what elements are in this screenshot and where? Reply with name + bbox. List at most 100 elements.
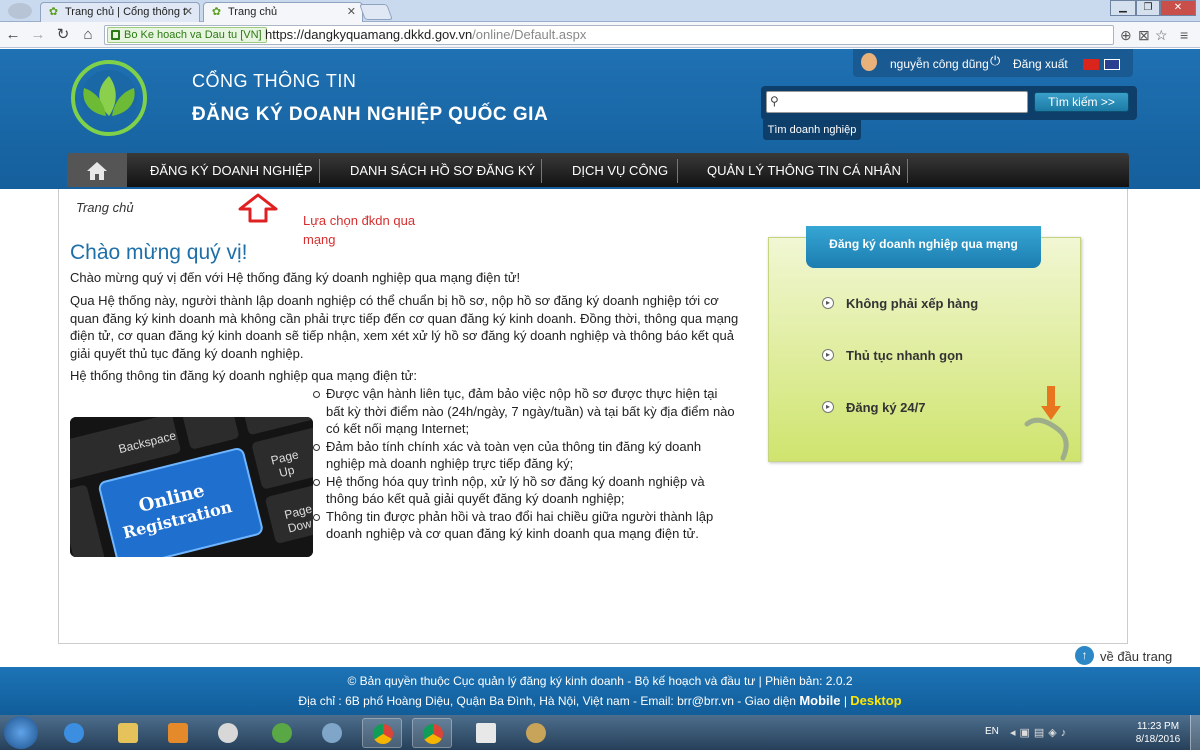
cursor-click-icon — [1024, 386, 1069, 461]
security-badge[interactable]: Bo Ke hoach va Dau tu [VN] — [107, 27, 267, 43]
promo-item: Không phải xếp hàng — [846, 296, 979, 311]
language-indicator[interactable]: EN — [985, 726, 999, 737]
breadcrumb[interactable]: Trang chủ — [76, 200, 134, 215]
taskbar-paint-icon[interactable] — [516, 718, 556, 748]
taskbar-clock[interactable]: 11:23 PM 8/18/2016 — [1128, 720, 1188, 746]
home-icon — [87, 162, 107, 180]
taskbar-explorer-icon[interactable] — [108, 718, 148, 748]
nav-item-application-list[interactable]: DANH SÁCH HỒ SƠ ĐĂNG KÝ — [350, 163, 535, 178]
search-icon: ⚲ — [770, 94, 779, 108]
taskbar-app-icon[interactable] — [262, 718, 302, 748]
welcome-description: Qua Hệ thống này, người thành lập doanh … — [70, 293, 739, 361]
online-registration-image: Backspace Page Up Page Dow Online Regist… — [70, 417, 313, 557]
tab-title: Trang chủ | Cổng thông t — [65, 6, 187, 18]
bookmark-star-icon[interactable]: ☆ — [1155, 27, 1168, 43]
home-icon[interactable]: ⌂ — [78, 25, 98, 45]
arrow-bullet-icon: ▸ — [822, 349, 834, 361]
list-item: Thông tin được phản hồi và trao đổi hai … — [308, 508, 738, 543]
footer-address: Địa chỉ : 6B phố Hoàng Diệu, Quận Ba Đìn… — [298, 693, 902, 708]
promo-title[interactable]: Đăng ký doanh nghiệp qua mạng — [806, 226, 1041, 268]
site-favicon-icon: ✿ — [48, 6, 59, 18]
new-tab-button[interactable] — [359, 4, 393, 20]
security-label: Bo Ke hoach va Dau tu [VN] — [124, 29, 262, 41]
promo-item: Đăng ký 24/7 — [846, 400, 926, 415]
clock-date: 8/18/2016 — [1135, 734, 1181, 745]
nav-item-personal-info[interactable]: QUẢN LÝ THÔNG TIN CÁ NHÂN — [707, 163, 901, 178]
show-desktop-button[interactable] — [1190, 715, 1200, 750]
back-to-top-link[interactable]: ↑ về đầu trang — [1075, 646, 1185, 668]
taskbar-app-icon[interactable] — [312, 718, 352, 748]
taskbar-media-icon[interactable] — [158, 718, 198, 748]
browser-toolbar: ← → ↻ ⌂ Bo Ke hoach va Dau tu [VN] https… — [0, 22, 1200, 48]
taskbar-app-icon[interactable] — [208, 718, 248, 748]
vietnam-flag-icon[interactable] — [1083, 59, 1099, 70]
browser-tab-active[interactable]: ✿ Trang chủ ✕ — [203, 2, 363, 22]
nav-item-business-registration[interactable]: ĐĂNG KÝ DOANH NGHIỆP — [150, 163, 313, 178]
nav-divider — [319, 159, 320, 183]
tab-title: Trang chủ — [228, 6, 278, 18]
mobile-view-link[interactable]: Mobile — [799, 693, 840, 708]
portal-subtitle: CỔNG THÔNG TIN — [192, 71, 357, 91]
menu-icon[interactable]: ≡ — [1180, 27, 1188, 43]
taskbar-app-icon[interactable] — [466, 718, 506, 748]
footer-ui-label: - Giao diện — [737, 694, 796, 708]
portal-title: ĐĂNG KÝ DOANH NGHIỆP QUỐC GIA — [192, 104, 549, 125]
taskbar-chrome-icon[interactable] — [362, 718, 402, 748]
url-path: /online/Default.aspx — [472, 27, 587, 42]
start-button-icon[interactable] — [4, 716, 38, 749]
footer-address-text: Địa chỉ : 6B phố Hoàng Diệu, Quận Ba Đìn… — [298, 694, 674, 708]
search-business-tab[interactable]: Tìm doanh nghiệp — [763, 120, 861, 140]
footer-copyright: © Bản quyền thuộc Cục quản lý đăng ký ki… — [347, 674, 853, 688]
maximize-button[interactable]: ❐ — [1136, 0, 1160, 16]
nav-divider — [907, 159, 908, 183]
search-button[interactable]: Tìm kiếm >> — [1034, 92, 1129, 112]
arrow-up-icon — [238, 193, 278, 223]
search-input[interactable] — [766, 91, 1028, 113]
promo-item: Thủ tục nhanh gọn — [846, 348, 963, 363]
arrow-up-icon: ↑ — [1075, 646, 1094, 665]
incognito-icon — [8, 3, 32, 19]
arrow-bullet-icon: ▸ — [822, 401, 834, 413]
minimize-button[interactable]: ▁ — [1110, 0, 1136, 16]
browser-tab[interactable]: ✿ Trang chủ | Cổng thông t ✕ — [40, 2, 200, 22]
nav-item-public-services[interactable]: DỊCH VỤ CÔNG — [572, 163, 668, 178]
zoom-icon[interactable]: ⊕ — [1120, 27, 1132, 43]
nav-divider — [541, 159, 542, 183]
logout-link[interactable]: Đăng xuất — [1013, 57, 1068, 71]
translate-icon[interactable]: ⊠ — [1138, 27, 1150, 43]
browser-tab-strip: ✿ Trang chủ | Cổng thông t ✕ ✿ Trang chủ… — [0, 0, 1200, 22]
lock-icon — [111, 30, 120, 40]
user-avatar-icon — [861, 53, 877, 71]
taskbar-chrome-icon[interactable] — [412, 718, 452, 748]
url-text[interactable]: https://dangkyquamang.dkkd.gov.vn/online… — [265, 27, 586, 43]
desktop-view-link[interactable]: Desktop — [850, 693, 901, 708]
user-name-link[interactable]: nguyễn công dũng — [890, 57, 989, 71]
portal-logo — [71, 60, 147, 136]
reload-icon[interactable]: ↻ — [53, 25, 73, 45]
nav-home-button[interactable] — [67, 153, 127, 187]
close-window-button[interactable]: ✕ — [1160, 0, 1196, 16]
system-tray-icons[interactable]: ◂▣▤◈♪ — [1010, 726, 1110, 740]
arrow-bullet-icon: ▸ — [822, 297, 834, 309]
url-host: https://dangkyquamang.dkkd.gov.vn — [265, 27, 473, 42]
annotation-note: Lựa chọn đkdn qua mạng — [303, 213, 416, 247]
back-icon[interactable]: ← — [3, 25, 23, 45]
forward-icon[interactable]: → — [28, 25, 48, 45]
list-item: Được vận hành liên tục, đảm bảo việc nộp… — [308, 385, 738, 438]
system-features-heading: Hệ thống thông tin đăng ký doanh nghiệp … — [70, 368, 417, 383]
list-item: Đảm bảo tính chính xác và toàn vẹn của t… — [308, 438, 738, 473]
site-favicon-icon: ✿ — [211, 6, 222, 18]
uk-flag-icon[interactable] — [1104, 59, 1120, 70]
back-to-top-label: về đầu trang — [1100, 649, 1173, 664]
close-tab-icon[interactable]: ✕ — [184, 3, 193, 21]
features-list: Được vận hành liên tục, đảm bảo việc nộp… — [308, 385, 738, 543]
nav-divider — [677, 159, 678, 183]
close-tab-icon[interactable]: ✕ — [347, 3, 356, 21]
address-bar[interactable]: Bo Ke hoach va Dau tu [VN] https://dangk… — [104, 25, 1114, 45]
welcome-intro: Chào mừng quý vị đến với Hệ thống đăng k… — [70, 270, 521, 285]
footer-email-link[interactable]: brr@brr.vn — [677, 694, 734, 708]
list-item: Hệ thống hóa quy trình nộp, xử lý hồ sơ … — [308, 473, 738, 508]
power-icon[interactable]: ⏻ — [990, 53, 1000, 69]
welcome-title: Chào mừng quý vị! — [70, 241, 248, 264]
taskbar-ie-icon[interactable] — [54, 718, 94, 748]
